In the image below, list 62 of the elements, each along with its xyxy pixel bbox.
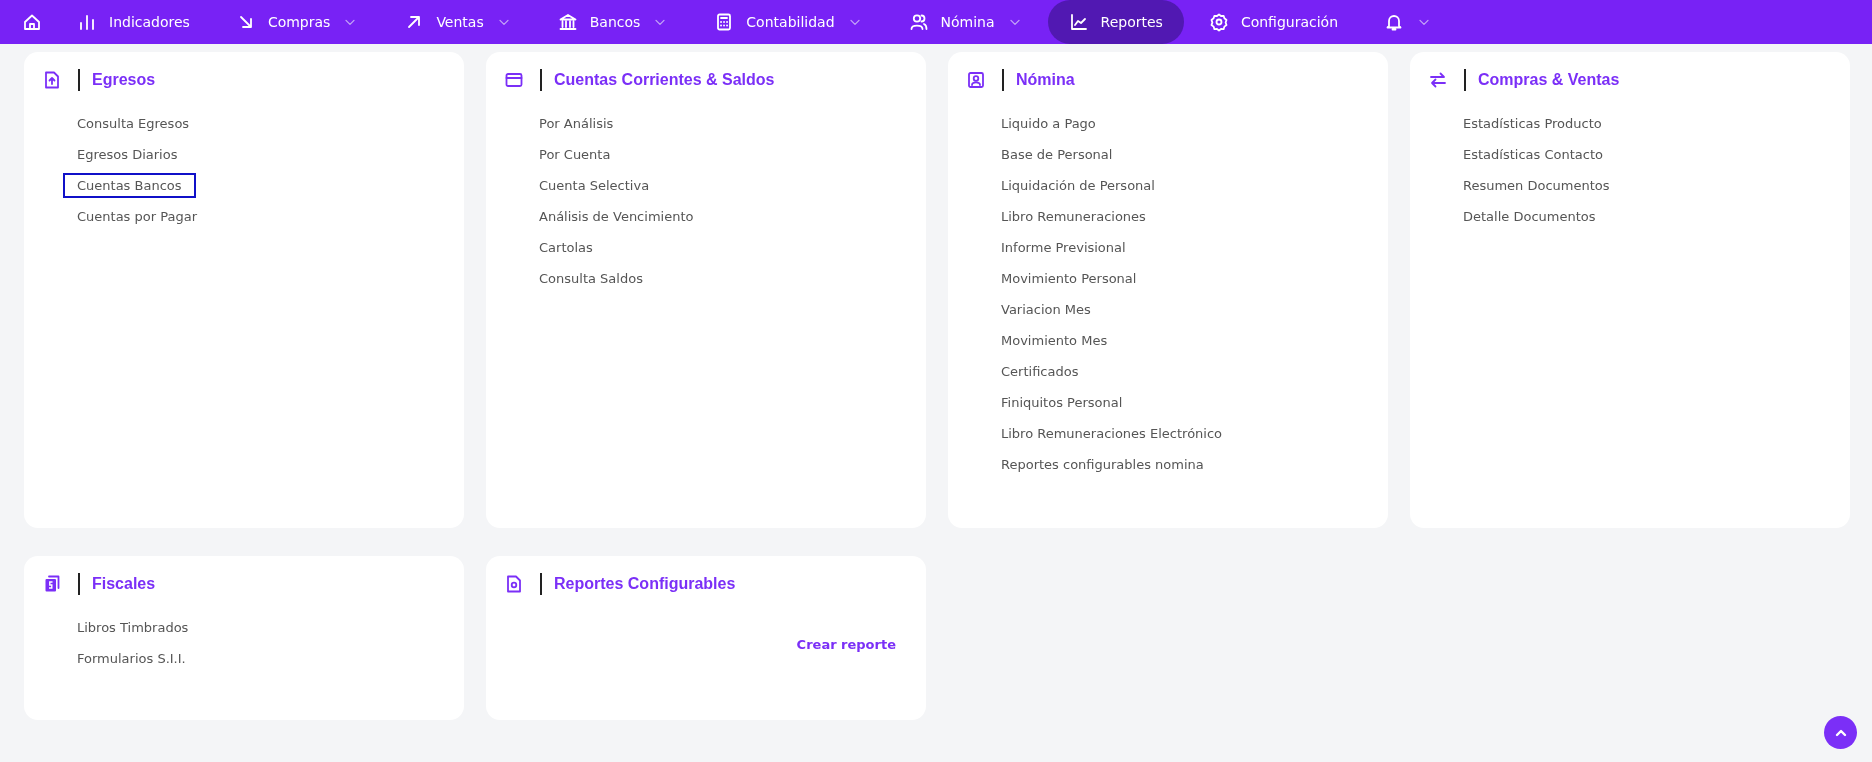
report-link[interactable]: Cuentas por Pagar [63, 204, 211, 229]
nav-tab[interactable]: Nómina [887, 0, 1044, 44]
nav-tab[interactable]: Compras [214, 0, 380, 44]
nav-tab[interactable]: Bancos [536, 0, 690, 44]
report-link[interactable]: Detalle Documentos [1449, 204, 1610, 229]
scroll-to-top-button[interactable] [1824, 716, 1857, 749]
report-link[interactable]: Movimiento Mes [987, 328, 1122, 353]
report-link[interactable]: Finiquitos Personal [987, 390, 1137, 415]
card-title: Nómina [1016, 71, 1075, 89]
report-link[interactable]: Libro Remuneraciones Electrónico [987, 421, 1237, 446]
heading-divider [78, 69, 80, 91]
nav-tab[interactable]: Contabilidad [693, 0, 884, 44]
bank-icon [557, 12, 578, 32]
report-link[interactable]: Cartolas [525, 235, 607, 260]
report-link[interactable]: Consulta Egresos [63, 111, 204, 136]
file-gear-icon [504, 574, 524, 594]
line-chart-icon [1068, 12, 1089, 32]
report-link[interactable]: Por Cuenta [525, 142, 625, 167]
card-title: Compras & Ventas [1478, 71, 1620, 89]
nav-tab[interactable]: Indicadores [56, 0, 211, 44]
settings-icon [1208, 12, 1229, 32]
report-link[interactable]: Estadísticas Producto [1449, 111, 1616, 136]
heading-divider [1002, 69, 1004, 91]
report-link[interactable]: Por Análisis [525, 111, 628, 136]
report-link[interactable]: Movimiento Personal [987, 266, 1151, 291]
heading-divider [1464, 69, 1466, 91]
report-link[interactable]: Egresos Diarios [63, 142, 192, 167]
heading-divider [78, 573, 80, 595]
report-link[interactable]: Libro Remuneraciones [987, 204, 1160, 229]
report-link[interactable]: Base de Personal [987, 142, 1127, 167]
report-link[interactable]: Liquido a Pago [987, 111, 1110, 136]
report-link[interactable]: Informe Previsional [987, 235, 1140, 260]
users-icon [908, 12, 929, 32]
card-title: Cuentas Corrientes & Saldos [554, 71, 775, 89]
report-link[interactable]: Formularios S.I.I. [63, 646, 200, 671]
credit-card-icon [504, 70, 524, 90]
report-link[interactable]: Cuenta Selectiva [525, 173, 664, 198]
report-link[interactable]: Reportes configurables nomina [987, 452, 1218, 477]
card-title: Egresos [92, 71, 156, 89]
create-report-link[interactable]: Crear reporte [796, 637, 896, 652]
file-upload-icon [42, 70, 62, 90]
nav-tab[interactable]: Configuración [1187, 0, 1360, 44]
nav-tab[interactable]: Ventas [383, 0, 533, 44]
arrows-left-right-icon [1428, 70, 1448, 90]
report-link[interactable]: Libros Timbrados [63, 615, 203, 640]
id-badge-icon [966, 70, 986, 90]
card-title: Reportes Configurables [554, 575, 736, 593]
chevron-up-icon [1834, 728, 1847, 737]
bar-chart-icon [77, 12, 97, 32]
heading-divider [540, 69, 542, 91]
report-link[interactable]: Consulta Saldos [525, 266, 657, 291]
report-link[interactable]: Estadísticas Contacto [1449, 142, 1617, 167]
nav-tab[interactable]: Reportes [1047, 0, 1184, 44]
report-link[interactable]: Variacion Mes [987, 297, 1105, 322]
report-link[interactable]: Certificados [987, 359, 1093, 384]
home-icon [22, 12, 42, 32]
card-title: Fiscales [92, 575, 156, 593]
report-link[interactable]: Cuentas Bancos [63, 173, 196, 198]
report-link[interactable]: Resumen Documentos [1449, 173, 1624, 198]
heading-divider [540, 573, 542, 595]
report-link[interactable]: Liquidación de Personal [987, 173, 1169, 198]
report-link[interactable]: Análisis de Vencimiento [525, 204, 708, 229]
